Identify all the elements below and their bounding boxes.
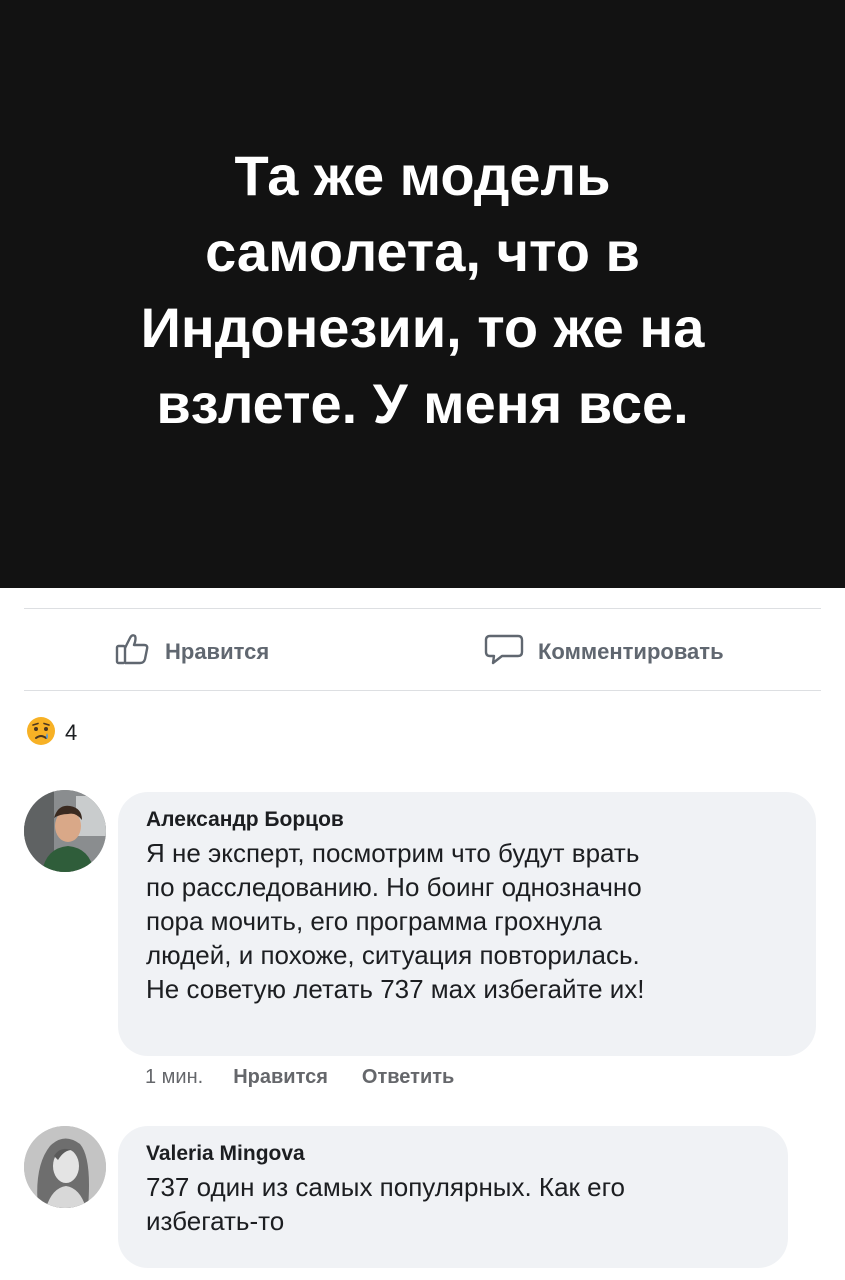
- comment-text: Я не эксперт, посмотрим что будут врать …: [146, 836, 788, 1006]
- divider: [24, 608, 821, 609]
- post-text-line: взлете. У меня все.: [156, 372, 689, 435]
- comment-bubble: Александр Борцов Я не эксперт, посмотрим…: [118, 792, 816, 1056]
- comment-line: избегать-то: [146, 1206, 285, 1236]
- comment-line: по расследованию. Но боинг однозначно: [146, 872, 642, 902]
- sad-face-icon: [26, 716, 56, 751]
- post-text-line: Та же модель: [234, 144, 611, 207]
- comment-time: 1 мин.: [145, 1066, 204, 1088]
- post-text-line: Индонезии, то же на: [140, 296, 705, 359]
- comment-line: людей, и похоже, ситуация повторилась.: [146, 940, 640, 970]
- comment-like-button[interactable]: Нравится: [233, 1066, 328, 1089]
- comment-author[interactable]: Александр Борцов: [146, 808, 788, 832]
- speech-bubble-icon: [484, 632, 538, 672]
- post-image-text: Та же модель самолета, что в Индонезии, …: [73, 138, 773, 442]
- comment-line: Не советую летать 737 мах избегайте их!: [146, 974, 645, 1004]
- comment-line: 737 один из самых популярных. Как его: [146, 1172, 625, 1202]
- comment-line: Я не эксперт, посмотрим что будут врать: [146, 838, 640, 868]
- comment-text: 737 один из самых популярных. Как его из…: [146, 1170, 760, 1238]
- avatar[interactable]: [24, 790, 106, 872]
- comment-meta: 1 мин. Нравится Ответить: [145, 1066, 488, 1089]
- comment-line: пора мочить, его программа грохнула: [146, 906, 602, 936]
- comment-label: Комментировать: [538, 639, 724, 664]
- reaction-summary[interactable]: 4: [26, 716, 77, 750]
- comment-author[interactable]: Valeria Mingova: [146, 1142, 760, 1166]
- comment-reply-button[interactable]: Ответить: [362, 1066, 454, 1089]
- post-image[interactable]: Та же модель самолета, что в Индонезии, …: [0, 0, 845, 588]
- thumbs-up-icon: [115, 633, 165, 671]
- divider: [24, 690, 821, 691]
- avatar[interactable]: [24, 1126, 106, 1208]
- post-text-line: самолета, что в: [205, 220, 640, 283]
- like-label: Нравится: [165, 639, 270, 664]
- comment-bubble: Valeria Mingova 737 один из самых популя…: [118, 1126, 788, 1268]
- comment-button[interactable]: Комментировать: [484, 632, 724, 672]
- like-button[interactable]: Нравится: [115, 632, 269, 672]
- reaction-count: 4: [65, 720, 78, 745]
